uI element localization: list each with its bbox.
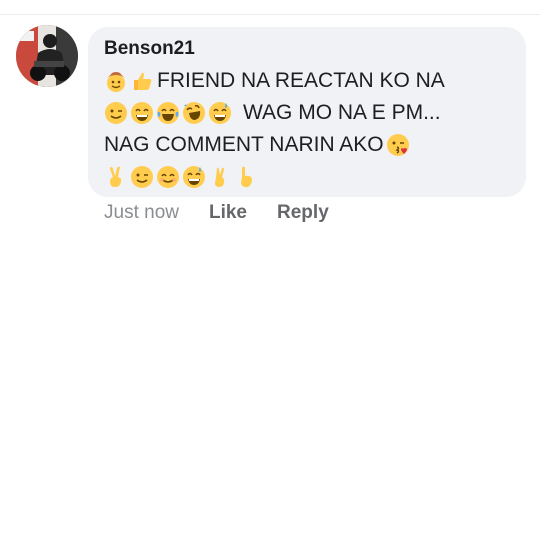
- grin-sweat-emoji: [182, 165, 206, 189]
- reply-button[interactable]: Reply: [277, 201, 329, 225]
- comment-line-1: FRIEND NA REACTAN KO NA: [104, 65, 512, 97]
- rofl-emoji: [182, 101, 206, 125]
- comment-line-2: WAG MO NA E PM...: [104, 97, 512, 129]
- tears-of-joy-emoji: [156, 101, 180, 125]
- smiling-eyes-emoji: [156, 165, 180, 189]
- comment-line-3: NAG COMMENT NARIN AKO: [104, 129, 512, 161]
- grin-emoji: [130, 101, 154, 125]
- comment-timestamp: Just now: [104, 202, 179, 223]
- kissing-heart-emoji: [386, 133, 410, 157]
- victory-hand-emoji: [104, 165, 128, 189]
- comment-text-line-2: WAG MO NA E PM...: [243, 101, 441, 124]
- thumbs-up-emoji: [130, 69, 154, 93]
- comment-text-line-3: NAG COMMENT NARIN AKO: [104, 133, 384, 156]
- comment-text-line-1: FRIEND NA REACTAN KO NA: [157, 69, 445, 92]
- wink-emoji: [130, 165, 154, 189]
- grin-sweat-emoji: [208, 101, 232, 125]
- comment-actions: Just now Like Reply: [104, 201, 329, 225]
- comment-author[interactable]: Benson21: [104, 37, 512, 61]
- wink-emoji: [104, 101, 128, 125]
- avatar[interactable]: [16, 25, 78, 87]
- point-up-emoji: [234, 165, 258, 189]
- crossed-fingers-emoji: [208, 165, 232, 189]
- comment-bubble: Benson21 FRIEND NA REACTAN KO NA WAG MO …: [88, 27, 526, 197]
- comment-page: Benson21 FRIEND NA REACTAN KO NA WAG MO …: [0, 0, 540, 540]
- top-divider: [0, 14, 540, 15]
- like-button[interactable]: Like: [209, 201, 247, 225]
- comment-line-4: [104, 161, 512, 193]
- cowboy-face-emoji: [104, 69, 128, 93]
